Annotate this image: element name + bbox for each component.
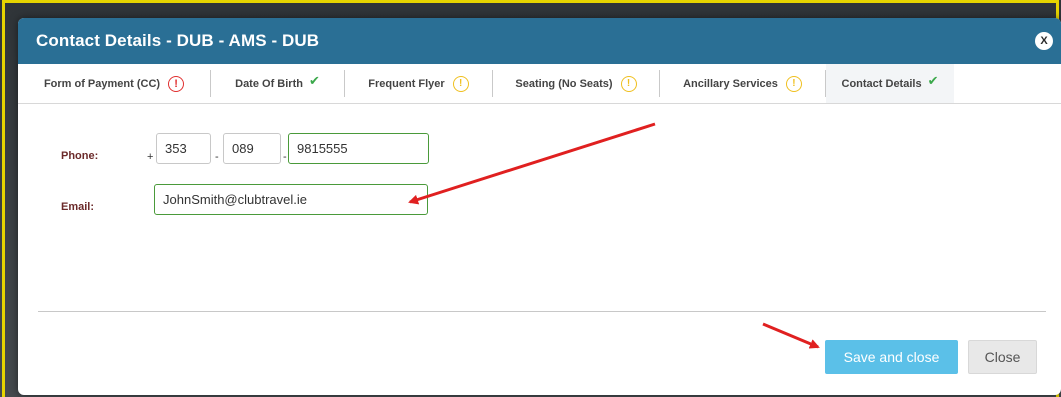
phone-label: Phone: bbox=[61, 150, 99, 162]
modal-header: Contact Details - DUB - AMS - DUB X bbox=[18, 18, 1061, 64]
tab-label: Ancillary Services bbox=[683, 77, 778, 90]
phone-area-code-input[interactable]: 089 bbox=[223, 133, 281, 164]
tab-contact-details[interactable]: Contact Details ✔ bbox=[826, 64, 954, 103]
close-icon[interactable]: X bbox=[1035, 32, 1053, 50]
save-and-close-button[interactable]: Save and close bbox=[825, 340, 958, 374]
tab-label: Form of Payment (CC) bbox=[43, 77, 161, 90]
phone-country-code-input[interactable]: 353 bbox=[156, 133, 211, 164]
phone-plus-sign: + bbox=[147, 151, 154, 163]
tab-label: Seating (No Seats) bbox=[515, 77, 613, 90]
phone-dash: - bbox=[215, 151, 219, 163]
warning-circle-icon: ! bbox=[452, 75, 469, 92]
tab-date-of-birth[interactable]: Date Of Birth ✔ bbox=[211, 70, 345, 97]
footer-divider bbox=[38, 311, 1046, 312]
checkmark-icon: ✔ bbox=[308, 72, 320, 88]
phone-dash: - bbox=[283, 151, 287, 163]
tab-form-of-payment[interactable]: Form of Payment (CC) ! bbox=[18, 70, 211, 97]
error-circle-icon: ! bbox=[168, 75, 185, 92]
tab-bar: Form of Payment (CC) ! Date Of Birth ✔ F… bbox=[18, 64, 1061, 104]
modal-title: Contact Details - DUB - AMS - DUB bbox=[36, 31, 320, 50]
tab-frequent-flyer[interactable]: Frequent Flyer ! bbox=[345, 70, 493, 97]
tab-label: Date Of Birth bbox=[235, 77, 303, 90]
contact-details-modal: Contact Details - DUB - AMS - DUB X Form… bbox=[18, 18, 1061, 395]
email-field[interactable]: JohnSmith@clubtravel.ie bbox=[154, 184, 428, 215]
warning-circle-icon: ! bbox=[785, 75, 802, 92]
checkmark-icon: ✔ bbox=[927, 72, 939, 88]
email-label: Email: bbox=[61, 201, 95, 213]
tab-ancillary-services[interactable]: Ancillary Services ! bbox=[660, 70, 826, 97]
tab-label: Contact Details bbox=[841, 77, 922, 90]
contact-form: Phone: + 353 - 089 - 9815555 Email: John… bbox=[18, 104, 1061, 309]
phone-number-input[interactable]: 9815555 bbox=[288, 133, 429, 164]
tab-seating[interactable]: Seating (No Seats) ! bbox=[493, 70, 660, 97]
tab-label: Frequent Flyer bbox=[368, 77, 445, 90]
warning-circle-icon: ! bbox=[620, 75, 637, 92]
close-button[interactable]: Close bbox=[968, 340, 1037, 374]
